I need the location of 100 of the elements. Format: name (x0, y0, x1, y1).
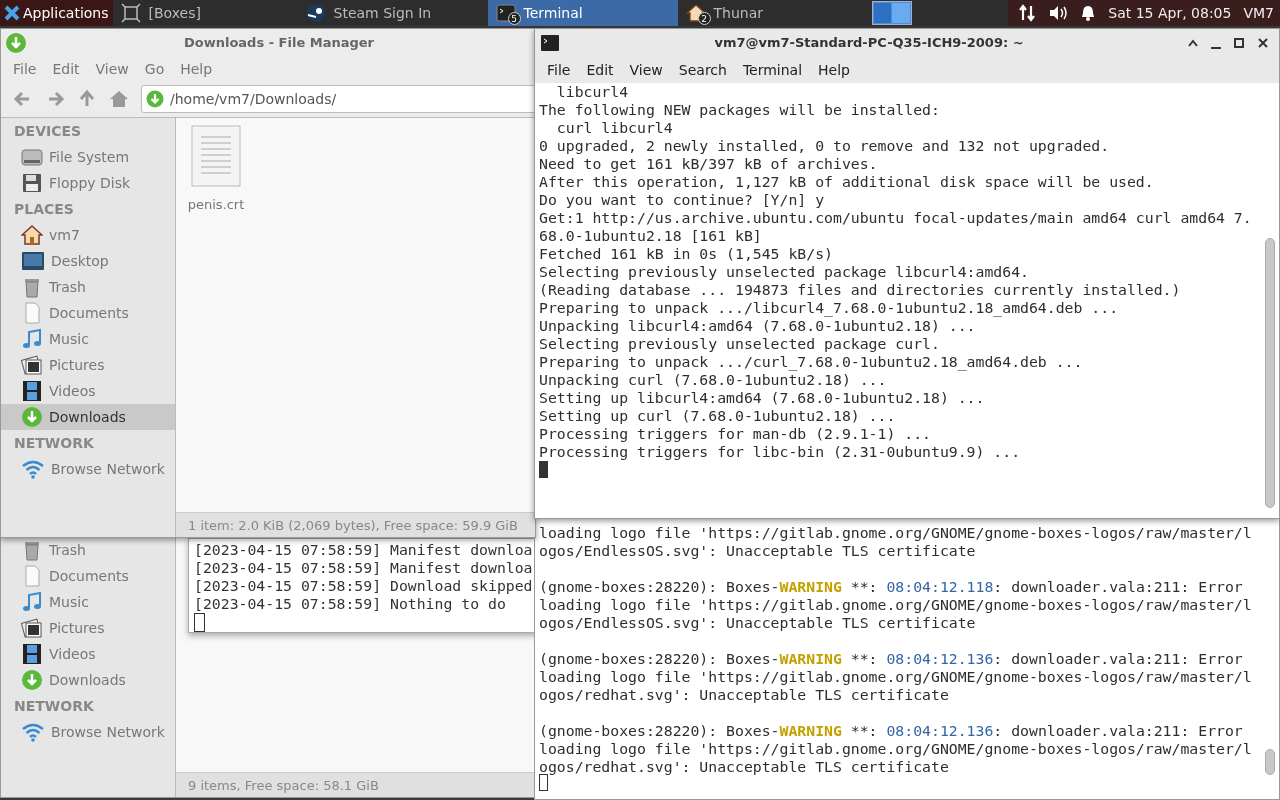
sidebar-item[interactable]: Videos (1, 641, 175, 667)
window-title: vm7@vm7-Standard-PC-Q35-ICH9-2009: ~ (713, 34, 1025, 53)
terminal-line: 0 upgraded, 2 newly installed, 0 to remove and 132 not upgraded. (539, 137, 1110, 155)
menu-item[interactable]: Edit (578, 57, 622, 83)
sidebar-item[interactable]: vm7 (1, 222, 175, 248)
terminal-line: (gnome-boxes:28220): Boxes-WARNING **: 08:04:12.136: downloader.vala:211: Error (539, 650, 1243, 668)
close-icon (1257, 37, 1269, 49)
user-name[interactable]: VM7 (1243, 2, 1274, 24)
sidebar-item[interactable]: Pictures (1, 615, 175, 641)
sidebar-item[interactable]: Trash (1, 274, 175, 300)
taskbar-button[interactable]: 2 Thunar (677, 0, 868, 26)
download-icon (146, 90, 164, 108)
text-cursor (194, 613, 205, 632)
network-arrows-icon (1018, 4, 1037, 22)
applications-menu-button[interactable]: Applications (0, 0, 113, 26)
terminal-line: ogos/redhat.svg': Unacceptable TLS certificate (539, 686, 949, 704)
section-heading: PLACES (13, 200, 75, 219)
window-title: Downloads - File Manager (182, 34, 375, 53)
log-line: [2023-04-15 07:58:59] Nothing to do (194, 595, 507, 613)
sidebar-item[interactable]: Trash (1, 538, 175, 563)
terminal-line: loading logo file 'https://gitlab.gnome.org/GNOME/gnome-boxes-logos/raw/master/l (539, 668, 1252, 686)
taskbar-button[interactable]: [Boxes] (112, 0, 298, 26)
text-cursor (539, 461, 548, 478)
terminal-line: 68.0-1ubuntu2.18 [161 kB] (539, 227, 762, 245)
menu-item[interactable]: Go (136, 56, 173, 82)
log-line: [2023-04-15 07:58:59] Manifest downloa (194, 541, 534, 559)
terminal-line: After this operation, 1,127 kB of additional disk space will be used. (539, 173, 1154, 191)
sidebar-item[interactable]: Pictures (1, 352, 175, 378)
minimize-icon (1211, 47, 1221, 49)
music-note-icon (21, 591, 43, 613)
frame-icon (120, 3, 141, 23)
terminal-line: curl libcurl4 (555, 119, 673, 137)
clock[interactable]: Sat 15 Apr, 08:05 (1108, 2, 1232, 24)
house-icon (109, 89, 129, 109)
music-note-icon (21, 328, 43, 350)
terminal-line: Need to get 161 kB/397 kB of archives. (539, 155, 878, 173)
home-icon (21, 224, 43, 246)
sidebar-item[interactable]: Downloads (1, 667, 175, 693)
terminal-line: ogos/EndlessOS.svg': Unacceptable TLS certificate (539, 542, 976, 560)
terminal-line: (gnome-boxes:28220): Boxes-WARNING **: 08:04:12.136: downloader.vala:211: Error (539, 722, 1243, 740)
section-heading: NETWORK (13, 697, 95, 716)
film-icon (21, 380, 43, 402)
terminal-line: Preparing to unpack .../libcurl4_7.68.0-1ubuntu2.18_amd64.deb ... (539, 299, 1119, 317)
monitor-icon (21, 250, 45, 272)
sidebar-item[interactable]: File System (1, 144, 175, 170)
sidebar-item[interactable]: Documents (1, 563, 175, 589)
download-icon (21, 406, 43, 428)
terminal-line: Selecting previously unselected package libcurl4:amd64. (539, 263, 1029, 281)
terminal-line: ogos/EndlessOS.svg': Unacceptable TLS certificate (539, 614, 976, 632)
terminal-line: loading logo file 'https://gitlab.gnome.org/GNOME/gnome-boxes-logos/raw/master/l (539, 524, 1252, 542)
terminal-line: Unpacking libcurl4:amd64 (7.68.0-1ubuntu2.18) ... (539, 317, 976, 335)
terminal-icon (541, 35, 559, 51)
file-name[interactable]: penis.crt (187, 195, 245, 215)
wifi-icon (21, 458, 45, 480)
menu-item[interactable]: Help (810, 57, 858, 83)
terminal-line: loading logo file 'https://gitlab.gnome.org/GNOME/gnome-boxes-logos/raw/master/l (539, 740, 1252, 758)
menu-item[interactable]: View (621, 57, 671, 83)
menu-item[interactable]: File (539, 57, 579, 83)
workspace-pager[interactable] (871, 1, 912, 25)
taskbar-button[interactable]: Steam Sign In (297, 0, 488, 26)
terminal-line: libcurl4 (555, 83, 629, 101)
menu-item[interactable]: File (5, 56, 45, 82)
sidebar-item[interactable]: Browse Network (1, 719, 175, 745)
speaker-icon (1048, 4, 1069, 22)
taskbar-button[interactable]: 5 Terminal (487, 0, 678, 26)
sidebar-item[interactable]: Videos (1, 378, 175, 404)
terminal-line: Unpacking curl (7.68.0-1ubuntu2.18) ... (539, 371, 887, 389)
location-field[interactable]: /home/vm7/Downloads/ (141, 85, 535, 113)
terminal-line: Processing triggers for libc-bin (2.31-0ubuntu9.9) ... (539, 443, 1021, 461)
terminal-line: Processing triggers for man-db (2.9.1-1) ... (539, 425, 931, 443)
terminal-line: Selecting previously unselected package curl. (539, 335, 940, 353)
sidebar-item[interactable]: Floppy Disk (1, 170, 175, 196)
menu-item[interactable]: Terminal (734, 57, 811, 83)
section-heading: DEVICES (13, 122, 83, 141)
terminal-line: The following NEW packages will be installed: (539, 101, 940, 119)
document-icon (191, 125, 241, 187)
terminal-line: (gnome-boxes:28220): Boxes-WARNING **: 08:04:12.118: downloader.vala:211: Error (539, 578, 1243, 596)
round-logo-icon (305, 3, 326, 23)
scrollbar-thumb[interactable] (1265, 238, 1275, 508)
sidebar-item[interactable]: Music (1, 589, 175, 615)
terminal-line: loading logo file 'https://gitlab.gnome.org/GNOME/gnome-boxes-logos/raw/master/l (539, 596, 1252, 614)
terminal-line: Fetched 161 kB in 0s (1,545 kB/s) (539, 245, 833, 263)
log-line: [2023-04-15 07:58:59] Download skipped (194, 577, 534, 595)
download-icon (5, 32, 27, 54)
sidebar-item[interactable]: Downloads (1, 404, 175, 430)
terminal-line: Setting up curl (7.68.0-1ubuntu2.18) ... (539, 407, 896, 425)
download-icon (21, 669, 43, 691)
sidebar-item[interactable]: Music (1, 326, 175, 352)
terminal-line: Do you want to continue? [Y/n] y (539, 191, 825, 209)
menu-item[interactable]: Edit (44, 56, 88, 82)
sidebar-item[interactable]: Documents (1, 300, 175, 326)
sidebar-item[interactable]: Browse Network (1, 456, 175, 482)
menu-item[interactable]: View (87, 56, 137, 82)
terminal-line: Setting up libcurl4:amd64 (7.68.0-1ubuntu2.18) ... (539, 389, 985, 407)
menu-item[interactable]: Search (670, 57, 735, 83)
sidebar-item[interactable]: Desktop (1, 248, 175, 274)
menu-item[interactable]: Help (172, 56, 221, 82)
terminal-line: ogos/redhat.svg': Unacceptable TLS certificate (539, 758, 949, 776)
cross-icon (4, 5, 20, 21)
scrollbar-thumb[interactable] (1265, 749, 1275, 775)
